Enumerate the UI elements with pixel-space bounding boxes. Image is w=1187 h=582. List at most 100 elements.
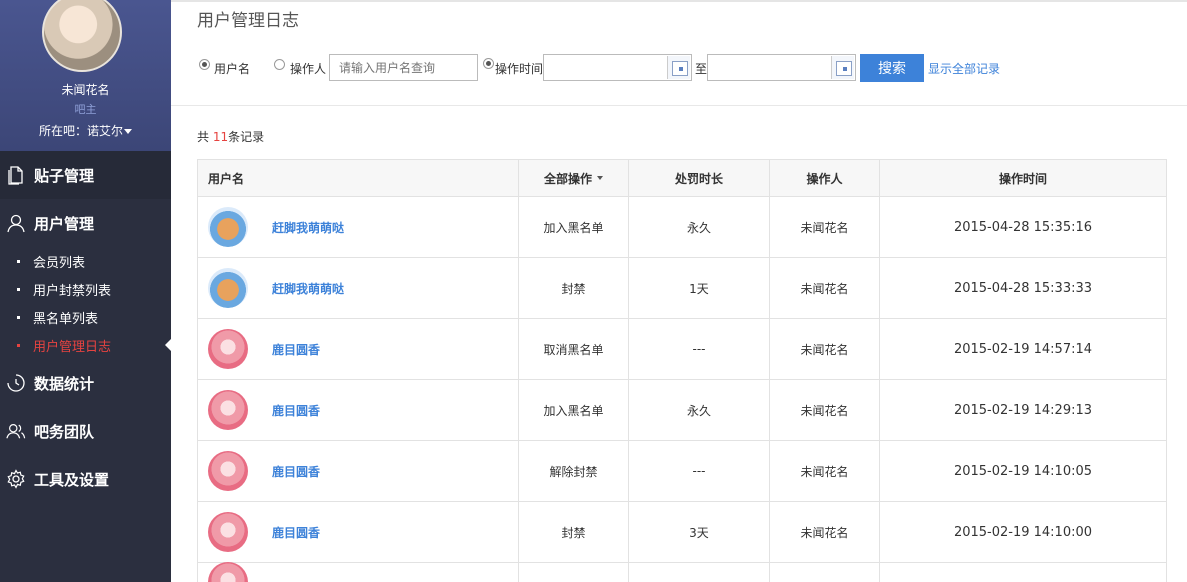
table-row: 鹿目圆香 解除封禁 --- 未闻花名 2015-02-19 14:10:05 [198,441,1166,502]
duration-cell: 1天 [629,258,770,318]
duration-cell: 永久 [629,380,770,440]
radio-username-label[interactable]: 用户名 [214,60,250,77]
forum-name: 诺艾尔 [87,124,124,138]
count-prefix: 共 [197,130,213,144]
operator-cell: 未闻花名 [770,502,880,562]
table-row: 赶脚我萌萌哒 加入黑名单 永久 未闻花名 2015-04-28 15:35:16 [198,197,1166,258]
section-divider [171,105,1187,106]
username-link[interactable]: 鹿目圆香 [272,463,320,480]
user-icon [6,213,26,233]
subnav-user-log[interactable]: 用户管理日志 [0,331,171,359]
caret-down-icon [124,129,133,134]
subnav-label: 黑名单列表 [33,311,99,327]
subnav-label: 用户封禁列表 [33,283,112,299]
table-header: 用户名 全部操作 处罚时长 操作人 操作时间 [198,160,1166,197]
user-cell: 鹿目圆香 [198,380,519,440]
nav-stats[interactable]: 数据统计 [0,359,171,407]
clock-icon [6,373,26,393]
username-link[interactable]: 鹿目圆香 [272,524,320,541]
op-cell: 封禁 [519,502,629,562]
duration-cell: --- [629,441,770,501]
time-cell: 2015-02-19 14:10:05 [953,463,1093,479]
user-cell [198,561,519,582]
radio-operator[interactable] [274,59,285,70]
table-row: 鹿目圆香 加入黑名单 永久 未闻花名 2015-02-19 14:29:13 [198,380,1166,441]
subnav-label: 用户管理日志 [33,339,112,355]
nav-tools[interactable]: 工具及设置 [0,455,171,503]
nav-users[interactable]: 用户管理 [0,199,171,247]
username-search-input[interactable] [329,54,478,81]
radio-operator-label[interactable]: 操作人 [290,60,326,77]
start-date-input[interactable] [543,54,692,81]
op-cell: 加入黑名单 [519,197,629,257]
avatar[interactable] [208,207,248,247]
calendar-icon[interactable] [831,56,854,79]
op-cell: 取消黑名单 [519,319,629,379]
log-table: 用户名 全部操作 处罚时长 操作人 操作时间 赶脚我萌萌哒 加入黑名单 永久 未… [197,159,1167,582]
calendar-icon[interactable] [667,56,690,79]
header-operator: 操作人 [770,160,880,196]
op-cell: 封禁 [519,258,629,318]
nav-tools-label: 工具及设置 [34,470,110,489]
user-cell: 鹿目圆香 [198,441,519,501]
operator-cell: 未闻花名 [770,258,880,318]
radio-username[interactable] [199,59,210,70]
radio-time[interactable] [483,58,494,69]
user-cell: 鹿目圆香 [198,319,519,379]
end-date-input[interactable] [707,54,856,81]
table-row: 鹿目圆香 封禁 3天 未闻花名 2015-02-19 14:10:00 [198,502,1166,563]
nav-stats-label: 数据统计 [34,374,95,393]
avatar[interactable] [208,512,248,552]
user-cell: 赶脚我萌萌哒 [198,258,519,318]
duration-cell [629,563,770,582]
document-icon [6,165,26,185]
forum-selector[interactable]: 所在吧：诺艾尔 [0,122,171,139]
time-cell: 2015-02-19 14:57:14 [953,341,1093,357]
time-cell: 2015-04-28 15:33:33 [953,280,1093,296]
user-cell: 赶脚我萌萌哒 [198,197,519,257]
table-row [198,561,1166,582]
time-cell: 2015-04-28 15:35:16 [953,219,1093,235]
forum-label: 所在吧： [38,124,87,138]
avatar[interactable] [208,268,248,308]
top-divider [171,0,1187,2]
caret-down-icon [597,176,603,180]
op-cell: 解除封禁 [519,441,629,501]
nav-posts[interactable]: 贴子管理 [0,151,171,199]
operator-cell: 未闻花名 [770,197,880,257]
main-content: 用户管理日志 用户名 操作人 操作时间 至 搜索 显示全部记录 共 11条记录 … [171,0,1187,582]
operator-cell: 未闻花名 [770,319,880,379]
filter-bar: 用户名 操作人 操作时间 至 搜索 显示全部记录 [197,53,1187,82]
username-link[interactable]: 鹿目圆香 [272,341,320,358]
subnav-member-list[interactable]: 会员列表 [0,247,171,275]
avatar[interactable] [208,561,248,582]
bullet [17,259,20,263]
nav-team[interactable]: 吧务团队 [0,407,171,455]
search-button[interactable]: 搜索 [860,54,924,82]
avatar[interactable] [208,451,248,491]
profile-role: 吧主 [74,103,97,116]
table-row: 赶脚我萌萌哒 封禁 1天 未闻花名 2015-04-28 15:33:33 [198,258,1166,319]
avatar[interactable] [208,329,248,369]
time-cell [880,563,1166,582]
nav-posts-label: 贴子管理 [34,166,95,185]
username-link[interactable]: 赶脚我萌萌哒 [272,280,344,297]
radio-time-label[interactable]: 操作时间 [495,60,543,77]
table-row: 鹿目圆香 取消黑名单 --- 未闻花名 2015-02-19 14:57:14 [198,319,1166,380]
username-link[interactable]: 赶脚我萌萌哒 [272,219,344,236]
operator-cell [770,563,880,582]
header-user: 用户名 [198,160,519,196]
profile-panel: 未闻花名 吧主 所在吧：诺艾尔 [0,0,171,151]
count-number: 11 [212,130,229,144]
subnav-ban-list[interactable]: 用户封禁列表 [0,275,171,303]
subnav-label: 会员列表 [33,255,86,271]
header-op-filter[interactable]: 全部操作 [519,160,629,196]
duration-cell: 永久 [629,197,770,257]
username-link[interactable]: 鹿目圆香 [272,402,320,419]
subnav-blacklist[interactable]: 黑名单列表 [0,303,171,331]
show-all-link[interactable]: 显示全部记录 [928,60,1000,77]
profile-name[interactable]: 未闻花名 [0,81,171,98]
avatar[interactable] [208,390,248,430]
bullet [17,315,20,319]
avatar[interactable] [42,0,122,72]
